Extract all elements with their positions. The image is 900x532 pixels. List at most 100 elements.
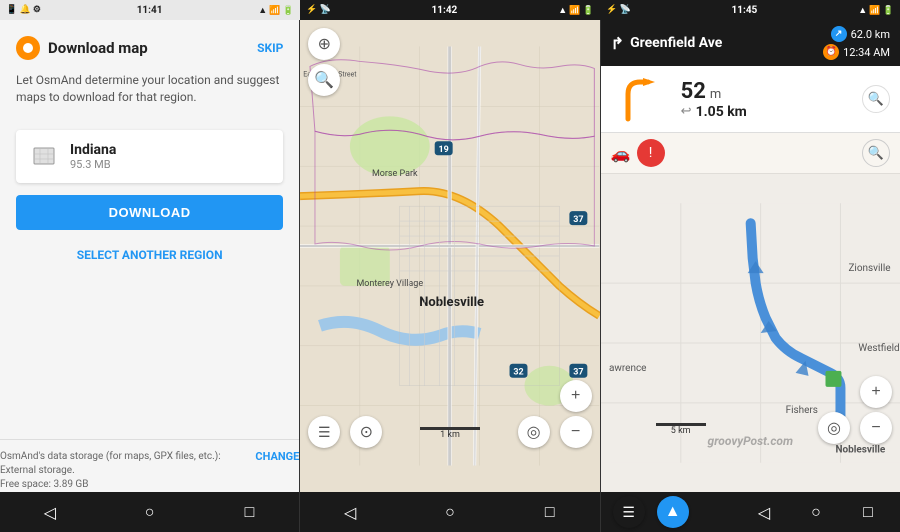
bt-icon3: ⚡ 📡	[606, 5, 631, 15]
svg-text:Westfield: Westfield	[858, 343, 899, 354]
scale-bar: 1 km	[420, 427, 480, 440]
status-icons-left3: ⚡ 📡	[606, 5, 631, 15]
map-name: Indiana	[70, 142, 269, 158]
street-name-text: Greenfield Ave	[630, 35, 722, 51]
time-stat: ⏰ 12:34 AM	[823, 44, 890, 60]
car-icon: 🚗	[611, 144, 631, 163]
nav-menu-button[interactable]: ☰	[613, 496, 645, 528]
map-card: Indiana 95.3 MB	[16, 130, 283, 183]
time-1: 11:41	[137, 5, 163, 16]
svg-text:19: 19	[439, 145, 449, 155]
zoom-in-button[interactable]: +	[560, 380, 592, 412]
map-card-icon	[30, 142, 58, 170]
nav-home-3[interactable]: ○	[796, 492, 836, 532]
nav-home-2[interactable]: ○	[430, 492, 470, 532]
svg-text:Zionsville: Zionsville	[848, 263, 890, 274]
time-2: 11:42	[432, 5, 458, 16]
distance-icon: ↗	[831, 26, 847, 42]
svg-text:awrence: awrence	[609, 363, 647, 374]
status-icons-right1: ▲ 📶 🔋	[258, 5, 294, 16]
nav-compass[interactable]: ◎	[818, 412, 850, 444]
nav-home-1[interactable]: ○	[130, 492, 170, 532]
bt-icon: ⚡ 📡	[306, 5, 331, 15]
svg-text:32: 32	[514, 368, 524, 378]
footer: OsmAnd's data storage (for maps, GPX fil…	[0, 439, 299, 492]
status-bar-panel1: 📱 🔔 ⚙ 11:41 ▲ 📶 🔋	[0, 0, 300, 20]
nav-map-svg: Zionsville Westfield Fishers Noblesville…	[601, 174, 900, 492]
time-icon: ⏰	[823, 44, 839, 60]
maneuver-distance: 52	[681, 79, 706, 104]
footer-text: OsmAnd's data storage (for maps, GPX fil…	[0, 450, 247, 492]
svg-text:37: 37	[574, 368, 584, 378]
change-button[interactable]: CHANGE	[255, 450, 299, 463]
nav-back-1[interactable]: ◁	[30, 492, 70, 532]
search-button[interactable]: 🔍	[308, 64, 340, 96]
nav-recents-3[interactable]: □	[848, 492, 888, 532]
direction-button[interactable]: ⊙	[350, 416, 382, 448]
download-map-content: Download map SKIP Let OsmAnd determine y…	[0, 20, 299, 439]
svg-text:Noblesville: Noblesville	[835, 445, 885, 456]
location-button-container: ◎	[518, 416, 550, 448]
map-background: 19 37 32 37 Noblesville Morse Park Monte…	[300, 20, 599, 492]
status-bar: 📱 🔔 ⚙ 11:41 ▲ 📶 🔋 ⚡ 📡 11:42 ▲ 📶 🔋 ⚡ 📡 11…	[0, 0, 900, 20]
nav-location-btn[interactable]: ▲	[657, 496, 689, 528]
title-row: Download map	[16, 36, 148, 60]
nav-recents-1[interactable]: □	[229, 492, 269, 532]
map-size: 95.3 MB	[70, 158, 269, 171]
download-map-panel: Download map SKIP Let OsmAnd determine y…	[0, 20, 300, 532]
notification-icons: 📱 🔔 ⚙	[6, 5, 41, 15]
route-search-button[interactable]: 🔍	[862, 139, 890, 167]
download-map-header: Download map SKIP	[16, 36, 283, 60]
status-icons-right3: ▲ 📶 🔋	[858, 5, 894, 16]
time-3: 11:45	[732, 5, 758, 16]
nav-stats: ↗ 62.0 km ⏰ 12:34 AM	[823, 26, 890, 60]
route-action-button[interactable]: !	[637, 139, 665, 167]
maneuver-unit: m	[710, 87, 721, 102]
status-icons-right2: ▲ 📶 🔋	[558, 5, 594, 16]
nav-zoom-out[interactable]: −	[860, 412, 892, 444]
direction-button-container: ⊙	[350, 416, 382, 448]
page-title: Download map	[48, 39, 148, 57]
status-icons-left: 📱 🔔 ⚙	[6, 5, 41, 15]
time-value: 12:34 AM	[843, 46, 890, 59]
scale-label: 1 km	[440, 430, 460, 440]
nav-bar-2: ◁ ○ □	[300, 492, 599, 532]
maneuver-panel: 52 m ↩ 1.05 km 🔍	[601, 66, 900, 133]
maneuver-distance-row: 52 m	[681, 79, 852, 104]
skip-button[interactable]: SKIP	[257, 41, 283, 55]
maneuver-search-button[interactable]: 🔍	[862, 85, 890, 113]
select-region-button[interactable]: SELECT ANOTHER REGION	[16, 242, 283, 268]
svg-text:37: 37	[574, 215, 584, 225]
signal-icons: ▲ 📶 🔋	[258, 5, 294, 16]
nav-recents-2[interactable]: □	[530, 492, 570, 532]
map-controls-bottomright: + −	[560, 380, 592, 448]
navigation-panel: ↱ Greenfield Ave ↗ 62.0 km ⏰ 12:34 AM	[601, 20, 900, 532]
svg-text:Morse Park: Morse Park	[372, 169, 418, 179]
osmand-logo	[16, 36, 40, 60]
location-button[interactable]: ◎	[518, 416, 550, 448]
nav-back-3[interactable]: ◁	[744, 492, 784, 532]
nav-bar-3: ☰ ▲ ◁ ○ □	[601, 492, 900, 532]
turn-icon: ↱	[611, 34, 624, 53]
download-button[interactable]: DOWNLOAD	[16, 195, 283, 230]
nav-bar-1: ◁ ○ □	[0, 492, 299, 532]
nav-zoom-controls: + −	[860, 376, 892, 444]
nav-scale-label: 5 km	[671, 426, 691, 436]
nav-header: ↱ Greenfield Ave ↗ 62.0 km ⏰ 12:34 AM	[601, 20, 900, 66]
status-bar-panel3: ⚡ 📡 11:45 ▲ 📶 🔋	[600, 0, 900, 20]
panel-description: Let OsmAnd determine your location and s…	[16, 72, 283, 106]
compass-button[interactable]: ⊕	[308, 28, 340, 60]
menu-button[interactable]: ☰	[308, 416, 340, 448]
zoom-out-button[interactable]: −	[560, 416, 592, 448]
status-icons-left2: ⚡ 📡	[306, 5, 331, 15]
nav-back-2[interactable]: ◁	[330, 492, 370, 532]
turn-arrow	[611, 74, 671, 124]
signal-icons2: ▲ 📶 🔋	[558, 5, 594, 16]
osmand-logo-inner	[23, 43, 33, 53]
street-name: ↱ Greenfield Ave	[611, 34, 723, 53]
nav-zoom-in[interactable]: +	[860, 376, 892, 408]
total-icon: ↩	[681, 104, 692, 119]
signal-icons3: ▲ 📶 🔋	[858, 5, 894, 16]
svg-text:Monterey Village: Monterey Village	[357, 279, 424, 289]
distance-value: 62.0 km	[851, 28, 890, 41]
